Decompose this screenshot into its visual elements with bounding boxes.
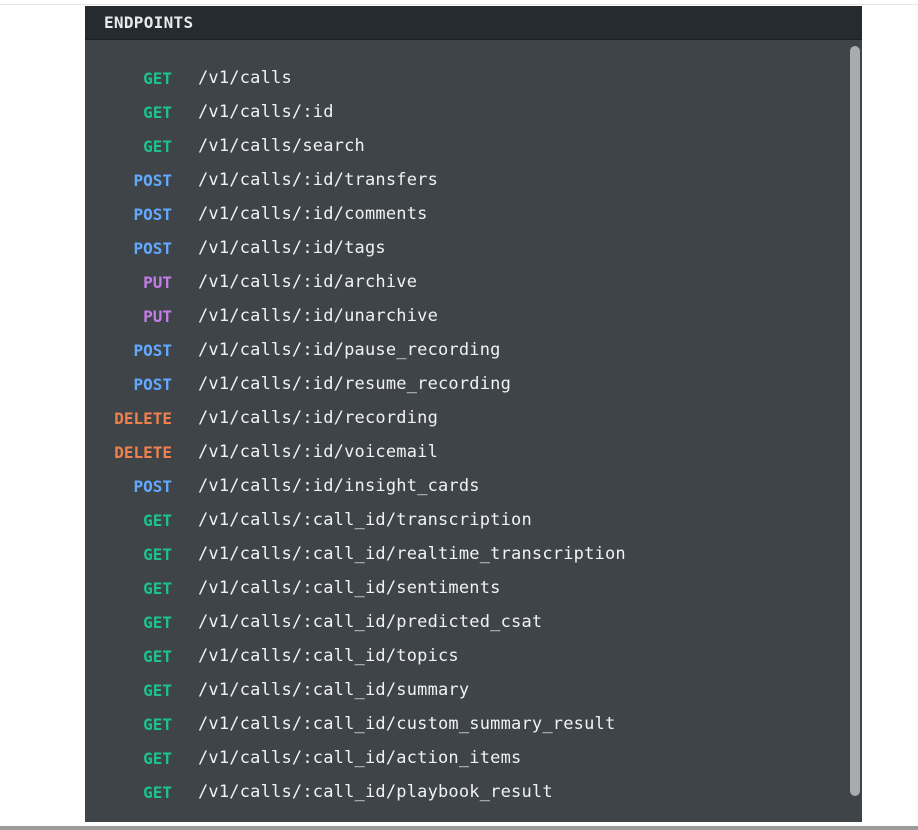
endpoint-path: /v1/calls/:id/insight_cards xyxy=(198,476,480,496)
http-method-badge: POST xyxy=(133,204,172,224)
http-method-badge: GET xyxy=(143,646,172,666)
endpoint-path: /v1/calls/:call_id/custom_summary_result xyxy=(198,714,616,734)
http-method-badge: GET xyxy=(143,102,172,122)
endpoint-path: /v1/calls/:id/pause_recording xyxy=(198,340,501,360)
endpoint-row[interactable]: GET/v1/calls/:call_id/playbook_result xyxy=(85,775,850,809)
endpoint-row[interactable]: GET/v1/calls/:call_id/topics xyxy=(85,639,850,673)
scrollbar-thumb[interactable] xyxy=(850,46,860,796)
http-method-badge: DELETE xyxy=(114,408,172,428)
endpoint-row[interactable]: DELETE/v1/calls/:id/voicemail xyxy=(85,435,850,469)
endpoint-path: /v1/calls/:id xyxy=(198,102,334,122)
endpoint-list: GET/v1/calls GET/v1/calls/:id GET/v1/calls… xyxy=(85,61,850,809)
http-method-badge: GET xyxy=(143,748,172,768)
endpoint-path: /v1/calls/:id/tags xyxy=(198,238,386,258)
endpoint-row[interactable]: PUT/v1/calls/:id/archive xyxy=(85,265,850,299)
http-method-badge: POST xyxy=(133,340,172,360)
endpoint-row[interactable]: POST/v1/calls/:id/insight_cards xyxy=(85,469,850,503)
bottom-divider xyxy=(0,826,918,830)
endpoint-row[interactable]: GET/v1/calls xyxy=(85,61,850,95)
endpoint-path: /v1/calls xyxy=(198,68,292,88)
http-method-badge: DELETE xyxy=(114,442,172,462)
endpoints-panel: ENDPOINTS GET/v1/calls GET/v1/calls/:id GE… xyxy=(85,6,862,822)
endpoint-path: /v1/calls/:id/voicemail xyxy=(198,442,439,462)
endpoint-row[interactable]: POST/v1/calls/:id/tags xyxy=(85,231,850,265)
http-method-badge: POST xyxy=(133,238,172,258)
endpoint-row[interactable]: GET/v1/calls/:call_id/summary xyxy=(85,673,850,707)
http-method-badge: GET xyxy=(143,544,172,564)
endpoint-path: /v1/calls/:id/recording xyxy=(198,408,439,428)
endpoint-path: /v1/calls/search xyxy=(198,136,365,156)
endpoint-path: /v1/calls/:id/transfers xyxy=(198,170,439,190)
endpoint-path: /v1/calls/:call_id/summary xyxy=(198,680,470,700)
endpoint-path: /v1/calls/:id/comments xyxy=(198,204,428,224)
http-method-badge: POST xyxy=(133,476,172,496)
endpoint-row[interactable]: PUT/v1/calls/:id/unarchive xyxy=(85,299,850,333)
endpoint-row[interactable]: POST/v1/calls/:id/pause_recording xyxy=(85,333,850,367)
endpoint-path: /v1/calls/:call_id/sentiments xyxy=(198,578,501,598)
http-method-badge: GET xyxy=(143,782,172,802)
endpoint-row[interactable]: GET/v1/calls/:call_id/transcription xyxy=(85,503,850,537)
endpoint-row[interactable]: GET/v1/calls/:call_id/predicted_csat xyxy=(85,605,850,639)
panel-header: ENDPOINTS xyxy=(85,6,862,40)
endpoint-row[interactable]: GET/v1/calls/search xyxy=(85,129,850,163)
http-method-badge: GET xyxy=(143,510,172,530)
endpoint-path: /v1/calls/:call_id/realtime_transcriptio… xyxy=(198,544,626,564)
endpoint-path: /v1/calls/:id/resume_recording xyxy=(198,374,512,394)
endpoint-path: /v1/calls/:call_id/topics xyxy=(198,646,459,666)
endpoint-path: /v1/calls/:call_id/action_items xyxy=(198,748,522,768)
http-method-badge: PUT xyxy=(143,272,172,292)
endpoint-row[interactable]: GET/v1/calls/:call_id/realtime_transcrip… xyxy=(85,537,850,571)
endpoint-row[interactable]: POST/v1/calls/:id/transfers xyxy=(85,163,850,197)
endpoint-row[interactable]: GET/v1/calls/:id xyxy=(85,95,850,129)
http-method-badge: GET xyxy=(143,680,172,700)
endpoint-row[interactable]: POST/v1/calls/:id/comments xyxy=(85,197,850,231)
endpoint-row[interactable]: GET/v1/calls/:call_id/action_items xyxy=(85,741,850,775)
endpoint-row[interactable]: GET/v1/calls/:call_id/custom_summary_res… xyxy=(85,707,850,741)
endpoint-row[interactable]: POST/v1/calls/:id/resume_recording xyxy=(85,367,850,401)
scrollbar[interactable] xyxy=(850,40,860,822)
http-method-badge: GET xyxy=(143,612,172,632)
http-method-badge: GET xyxy=(143,578,172,598)
endpoint-row[interactable]: GET/v1/calls/:call_id/sentiments xyxy=(85,571,850,605)
http-method-badge: GET xyxy=(143,136,172,156)
http-method-badge: POST xyxy=(133,170,172,190)
endpoint-path: /v1/calls/:id/archive xyxy=(198,272,418,292)
http-method-badge: PUT xyxy=(143,306,172,326)
http-method-badge: POST xyxy=(133,374,172,394)
endpoint-path: /v1/calls/:id/unarchive xyxy=(198,306,439,326)
endpoint-row[interactable]: DELETE/v1/calls/:id/recording xyxy=(85,401,850,435)
http-method-badge: GET xyxy=(143,68,172,88)
endpoint-path: /v1/calls/:call_id/predicted_csat xyxy=(198,612,543,632)
endpoint-path: /v1/calls/:call_id/transcription xyxy=(198,510,532,530)
panel-title: ENDPOINTS xyxy=(104,13,194,32)
endpoint-path: /v1/calls/:call_id/playbook_result xyxy=(198,782,553,802)
http-method-badge: GET xyxy=(143,714,172,734)
top-divider xyxy=(0,4,918,5)
